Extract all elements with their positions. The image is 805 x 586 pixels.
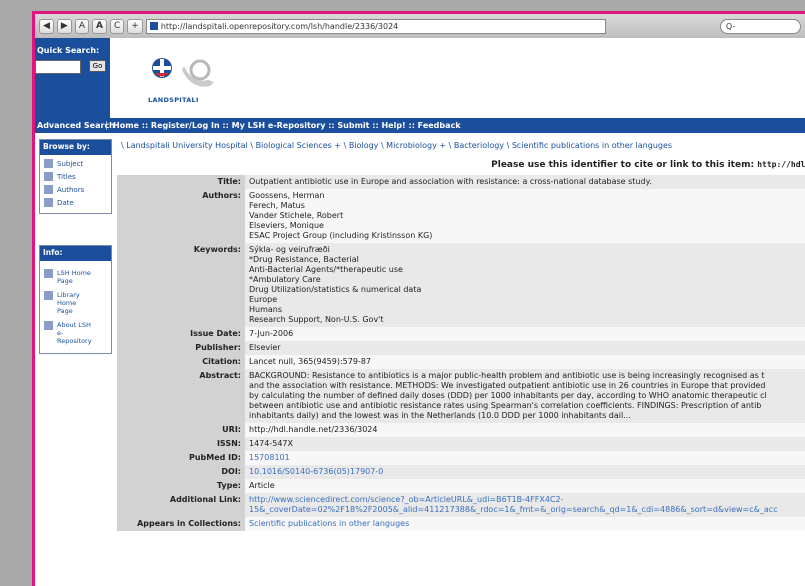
text-smaller-button[interactable]: A — [74, 18, 90, 34]
authors-value: Goossens, Herman Ferech, Matus Vander Stic… — [245, 189, 805, 243]
browser-search-input[interactable]: Q- — [719, 18, 801, 34]
table-row: Appears in Collections: Scientific public… — [117, 517, 805, 531]
doi-link[interactable]: 10.1016/S0140-6736(05)17907-0 — [245, 465, 805, 479]
table-row: ISSN: 1474-547X — [117, 437, 805, 451]
info-title: Info: — [40, 246, 111, 261]
bullet-icon — [44, 159, 53, 168]
library-home-page-link[interactable]: Library Home Page — [44, 291, 111, 315]
type-value: Article — [245, 479, 805, 493]
lsh-home-page-link[interactable]: LSH Home Page — [44, 269, 111, 285]
keywords-value: Sýkla- og veirufræði *Drug Resistance, Ba… — [245, 243, 805, 327]
issue-date-value: 7-Jun-2006 — [245, 327, 805, 341]
item-metadata-table: Title: Outpatient antibiotic use in Europ… — [117, 175, 805, 531]
table-row: PubMed ID: 15708101 — [117, 451, 805, 465]
browse-box: Browse by: Subject Titles Authors Date — [39, 139, 112, 214]
identifier-notice: Please use this identifier to cite or li… — [491, 160, 805, 170]
logo-text: LANDSPITALI — [148, 96, 199, 104]
forward-button[interactable]: ▶ — [56, 18, 72, 34]
bullet-icon — [44, 291, 53, 300]
search-placeholder: Q- — [725, 21, 736, 31]
quick-search-label: Quick Search: — [37, 46, 100, 55]
pubmed-link[interactable]: 15708101 — [245, 451, 805, 465]
bullet-icon — [44, 172, 53, 181]
title-value: Outpatient antibiotic use in Europe and … — [245, 175, 805, 189]
table-row: DOI: 10.1016/S0140-6736(05)17907-0 — [117, 465, 805, 479]
bullet-icon — [44, 185, 53, 194]
table-row: Title: Outpatient antibiotic use in Europ… — [117, 175, 805, 189]
browser-window: ◀ ▶ A A C + http://landspitali.openrepos… — [32, 11, 805, 586]
add-bookmark-button[interactable]: + — [127, 18, 143, 34]
landspitali-logo[interactable]: LANDSPITALI — [148, 56, 248, 111]
bullet-icon — [44, 269, 53, 278]
top-navigation: Advanced Search Home :: Register/Log In … — [35, 118, 805, 133]
about-repository-link[interactable]: About LSH e- Repository — [44, 321, 111, 345]
back-button[interactable]: ◀ — [39, 18, 54, 34]
table-row: Publisher: Elsevier — [117, 341, 805, 355]
publisher-value: Elsevier — [245, 341, 805, 355]
breadcrumb[interactable]: \ Landspitali University Hospital \ Biol… — [121, 141, 672, 150]
browse-titles-link[interactable]: Titles — [44, 172, 111, 181]
quick-search-panel: Quick Search: Go — [35, 38, 110, 118]
table-row: Issue Date: 7-Jun-2006 — [117, 327, 805, 341]
sidebar: Browse by: Subject Titles Authors Date I… — [35, 133, 115, 586]
browse-title: Browse by: — [40, 140, 111, 155]
address-text: http://landspitali.openrepository.com/ls… — [160, 21, 399, 31]
identifier-link[interactable]: http://hdl.h — [757, 160, 805, 169]
table-row: Authors: Goossens, Herman Ferech, Matus Va… — [117, 189, 805, 243]
table-row: URI: http://hdl.handle.net/2336/3024 — [117, 423, 805, 437]
address-bar[interactable]: http://landspitali.openrepository.com/ls… — [145, 18, 606, 34]
browser-toolbar: ◀ ▶ A A C + http://landspitali.openrepos… — [35, 14, 805, 39]
bullet-icon — [44, 198, 53, 207]
main-content: \ Landspitali University Hospital \ Biol… — [117, 133, 805, 586]
quick-search-input[interactable] — [35, 60, 81, 74]
collection-link[interactable]: Scientific publications in other languge… — [245, 517, 805, 531]
reload-button[interactable]: C — [109, 18, 125, 34]
table-row: Additional Link: http://www.sciencedirec… — [117, 493, 805, 517]
favicon-icon — [149, 22, 158, 30]
abstract-value: BACKGROUND: Resistance to antibiotics is… — [245, 369, 805, 423]
table-row: Citation: Lancet null, 365(9459):579-87 — [117, 355, 805, 369]
additional-link[interactable]: http://www.sciencedirect.com/science?_ob… — [245, 493, 805, 517]
uri-value[interactable]: http://hdl.handle.net/2336/3024 — [245, 423, 805, 437]
browse-date-link[interactable]: Date — [44, 198, 111, 207]
browse-subject-link[interactable]: Subject — [44, 159, 111, 168]
advanced-search-link[interactable]: Advanced Search — [35, 121, 115, 130]
table-row: Keywords: Sýkla- og veirufræði *Drug Resi… — [117, 243, 805, 327]
info-box: Info: LSH Home Page Library Home Page About… — [39, 245, 112, 354]
bullet-icon — [44, 321, 53, 330]
browse-authors-link[interactable]: Authors — [44, 185, 111, 194]
citation-value: Lancet null, 365(9459):579-87 — [245, 355, 805, 369]
text-larger-button[interactable]: A — [92, 18, 107, 34]
table-row: Type: Article — [117, 479, 805, 493]
go-button[interactable]: Go — [89, 60, 106, 72]
site-header: LANDSPITALI — [110, 38, 805, 118]
issn-value: 1474-547X — [245, 437, 805, 451]
table-row: Abstract: BACKGROUND: Resistance to anti… — [117, 369, 805, 423]
nav-links[interactable]: Home :: Register/Log In :: My LSH e-Repo… — [107, 121, 461, 130]
